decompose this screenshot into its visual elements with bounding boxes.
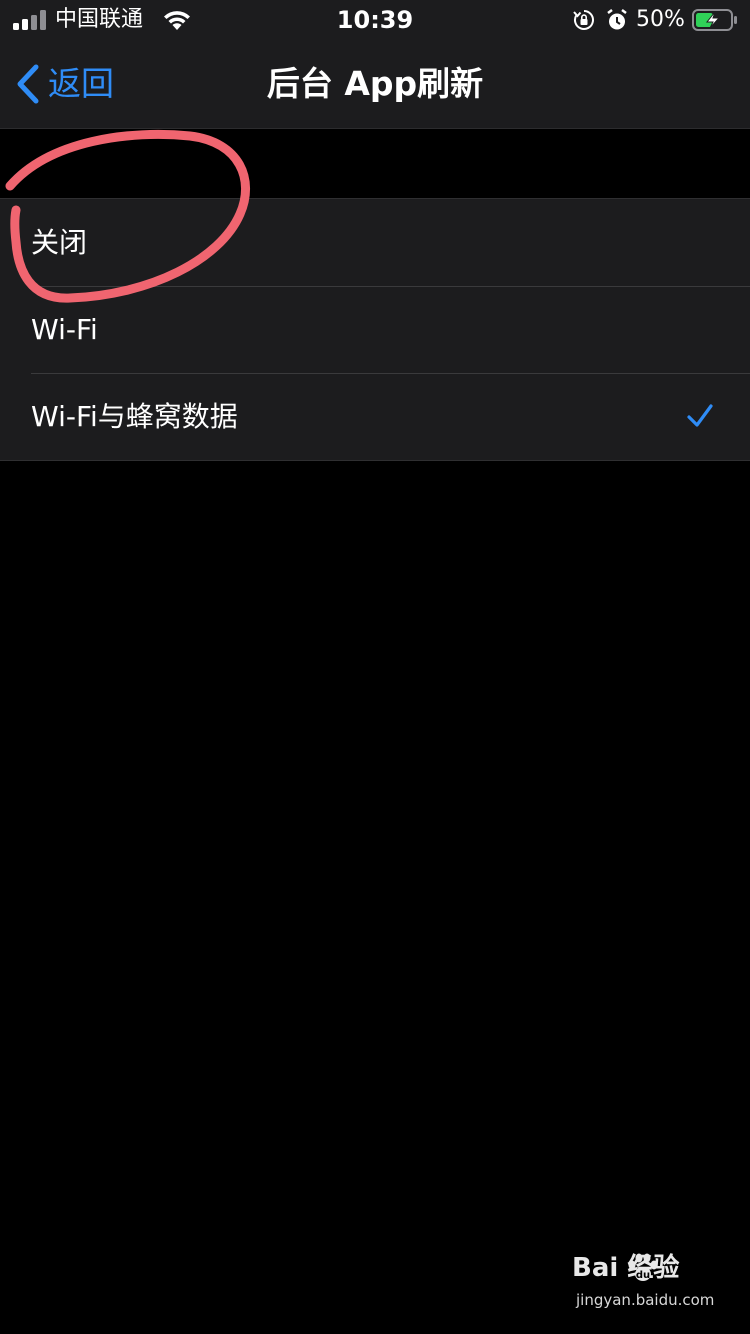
battery-percent: 50% (636, 7, 685, 32)
rotation-lock-icon (573, 10, 594, 30)
paw-icon: du (628, 1253, 658, 1281)
watermark-url: jingyan.baidu.com (576, 1291, 715, 1309)
option-label: 关闭 (31, 226, 88, 259)
refresh-options-list: 关闭 Wi-Fi Wi-Fi与蜂窝数据 (0, 198, 750, 461)
checkmark-icon (687, 404, 713, 427)
svg-text:du: du (636, 1270, 650, 1281)
option-label: Wi-Fi (31, 313, 98, 346)
status-bar: 中国联通 10:39 50% (0, 0, 750, 40)
option-label: Wi-Fi与蜂窝数据 (31, 400, 238, 433)
option-row-wifi[interactable]: Wi-Fi (0, 286, 750, 373)
battery-charging-icon (692, 9, 737, 31)
page-title: 后台 App刷新 (266, 64, 484, 103)
navigation-bar: 返回 后台 App刷新 (0, 40, 750, 129)
option-row-off[interactable]: 关闭 (0, 199, 750, 286)
watermark: Bai 经验 du jingyan.baidu.com (572, 1250, 722, 1320)
option-row-wifi-cellular[interactable]: Wi-Fi与蜂窝数据 (0, 373, 750, 460)
alarm-icon (607, 9, 627, 30)
